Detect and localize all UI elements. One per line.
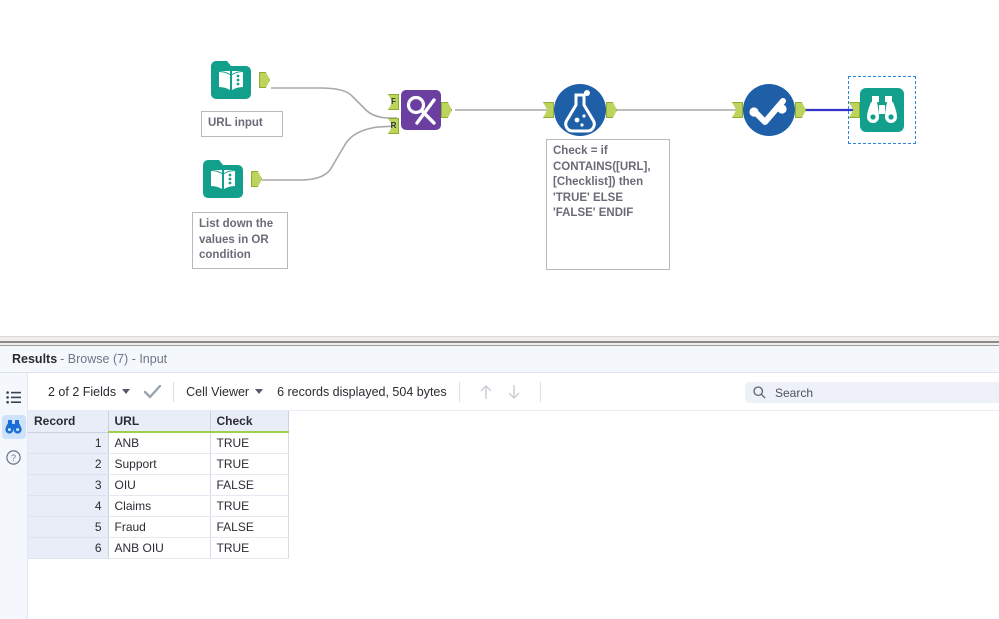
column-header-url[interactable]: URL <box>108 411 210 432</box>
cell-check[interactable]: TRUE <box>210 495 288 516</box>
cell-url[interactable]: OIU <box>108 474 210 495</box>
toolbar-divider-3 <box>540 382 541 402</box>
chevron-down-icon <box>122 389 130 394</box>
cell-url[interactable]: Claims <box>108 495 210 516</box>
workflow-canvas[interactable]: URL input List down the values in OR con… <box>0 0 999 336</box>
scroll-up-button[interactable] <box>479 384 493 400</box>
cell-check[interactable]: TRUE <box>210 537 288 558</box>
results-subtitle: - Browse (7) - Input <box>60 352 167 366</box>
table-row[interactable]: 4 Claims TRUE <box>28 495 288 516</box>
cell-url[interactable]: Fraud <box>108 516 210 537</box>
help-icon: ? <box>6 450 21 465</box>
results-table: Record URL Check 1 ANB TRUE 2 Support TR… <box>28 411 289 559</box>
arrow-up-icon <box>479 384 493 400</box>
results-title: Results <box>12 352 57 366</box>
rail-item-help[interactable]: ? <box>2 445 26 469</box>
arrow-down-icon <box>507 384 521 400</box>
cell-record: 6 <box>28 537 108 558</box>
table-row[interactable]: 1 ANB TRUE <box>28 432 288 453</box>
input-data-icon <box>200 157 246 201</box>
table-row[interactable]: 6 ANB OIU TRUE <box>28 537 288 558</box>
results-icon-rail: ? <box>0 373 28 619</box>
table-row[interactable]: 5 Fraud FALSE <box>28 516 288 537</box>
search-container[interactable] <box>745 382 999 403</box>
alteryx-window: URL input List down the values in OR con… <box>0 0 999 619</box>
data-cleansing-check-icon <box>741 82 797 138</box>
results-data-grid[interactable]: Record URL Check 1 ANB TRUE 2 Support TR… <box>28 411 999 619</box>
join-icon <box>397 86 445 134</box>
table-body: 1 ANB TRUE 2 Support TRUE 3 OIU FALSE <box>28 432 288 558</box>
records-info: 6 records displayed, 504 bytes <box>277 385 447 399</box>
cell-record: 2 <box>28 453 108 474</box>
fields-confirm-button[interactable] <box>144 385 161 399</box>
cell-url[interactable]: ANB <box>108 432 210 453</box>
table-row[interactable]: 2 Support TRUE <box>28 453 288 474</box>
column-header-check[interactable]: Check <box>210 411 288 432</box>
rail-item-browse-view[interactable] <box>2 415 26 439</box>
toolbar-divider <box>173 382 174 402</box>
chevron-down-icon <box>255 389 263 394</box>
cell-viewer-dropdown[interactable]: Cell Viewer <box>186 385 263 399</box>
node-browse[interactable] <box>858 86 906 139</box>
cell-record: 1 <box>28 432 108 453</box>
node-data-cleansing[interactable] <box>741 82 797 143</box>
rail-item-list-view[interactable] <box>2 385 26 409</box>
node-input-data-1[interactable] <box>208 58 254 107</box>
fields-label: 2 of 2 Fields <box>48 385 116 399</box>
comment-checklist[interactable]: List down the values in OR condition <box>192 212 288 269</box>
cell-check[interactable]: TRUE <box>210 453 288 474</box>
panel-splitter[interactable] <box>0 336 999 346</box>
scroll-down-button[interactable] <box>507 384 521 400</box>
input-data-icon <box>208 58 254 102</box>
binoculars-icon <box>5 420 22 434</box>
node-input-data-2[interactable] <box>200 157 246 206</box>
list-icon <box>6 391 21 404</box>
node-formula[interactable] <box>552 82 608 143</box>
cell-check[interactable]: FALSE <box>210 516 288 537</box>
checkmark-icon <box>144 385 161 399</box>
toolbar-divider-2 <box>459 382 460 402</box>
cell-url[interactable]: ANB OIU <box>108 537 210 558</box>
comment-formula[interactable]: Check = if CONTAINS([URL], [Checklist]) … <box>546 139 670 270</box>
connection-lines <box>0 0 999 336</box>
cell-check[interactable]: FALSE <box>210 474 288 495</box>
fields-dropdown[interactable]: 2 of 2 Fields <box>48 385 130 399</box>
comment-url-input[interactable]: URL input <box>201 111 283 137</box>
cell-check[interactable]: TRUE <box>210 432 288 453</box>
records-label: 6 records displayed, 504 bytes <box>277 385 447 399</box>
cell-viewer-label: Cell Viewer <box>186 385 249 399</box>
cell-url[interactable]: Support <box>108 453 210 474</box>
node-join[interactable]: F R <box>397 86 445 139</box>
table-row[interactable]: 3 OIU FALSE <box>28 474 288 495</box>
search-input[interactable] <box>773 385 973 401</box>
table-header-row: Record URL Check <box>28 411 288 432</box>
results-panel: Results - Browse (7) - Input <box>0 346 999 619</box>
results-header: Results - Browse (7) - Input <box>0 346 999 373</box>
browse-binoculars-icon <box>858 86 906 134</box>
svg-text:?: ? <box>11 453 16 463</box>
search-icon <box>753 386 766 399</box>
cell-record: 3 <box>28 474 108 495</box>
column-header-record[interactable]: Record <box>28 411 108 432</box>
formula-flask-icon <box>552 82 608 138</box>
cell-record: 4 <box>28 495 108 516</box>
cell-record: 5 <box>28 516 108 537</box>
results-toolbar: 2 of 2 Fields Cell Viewer 6 records disp… <box>28 373 999 411</box>
